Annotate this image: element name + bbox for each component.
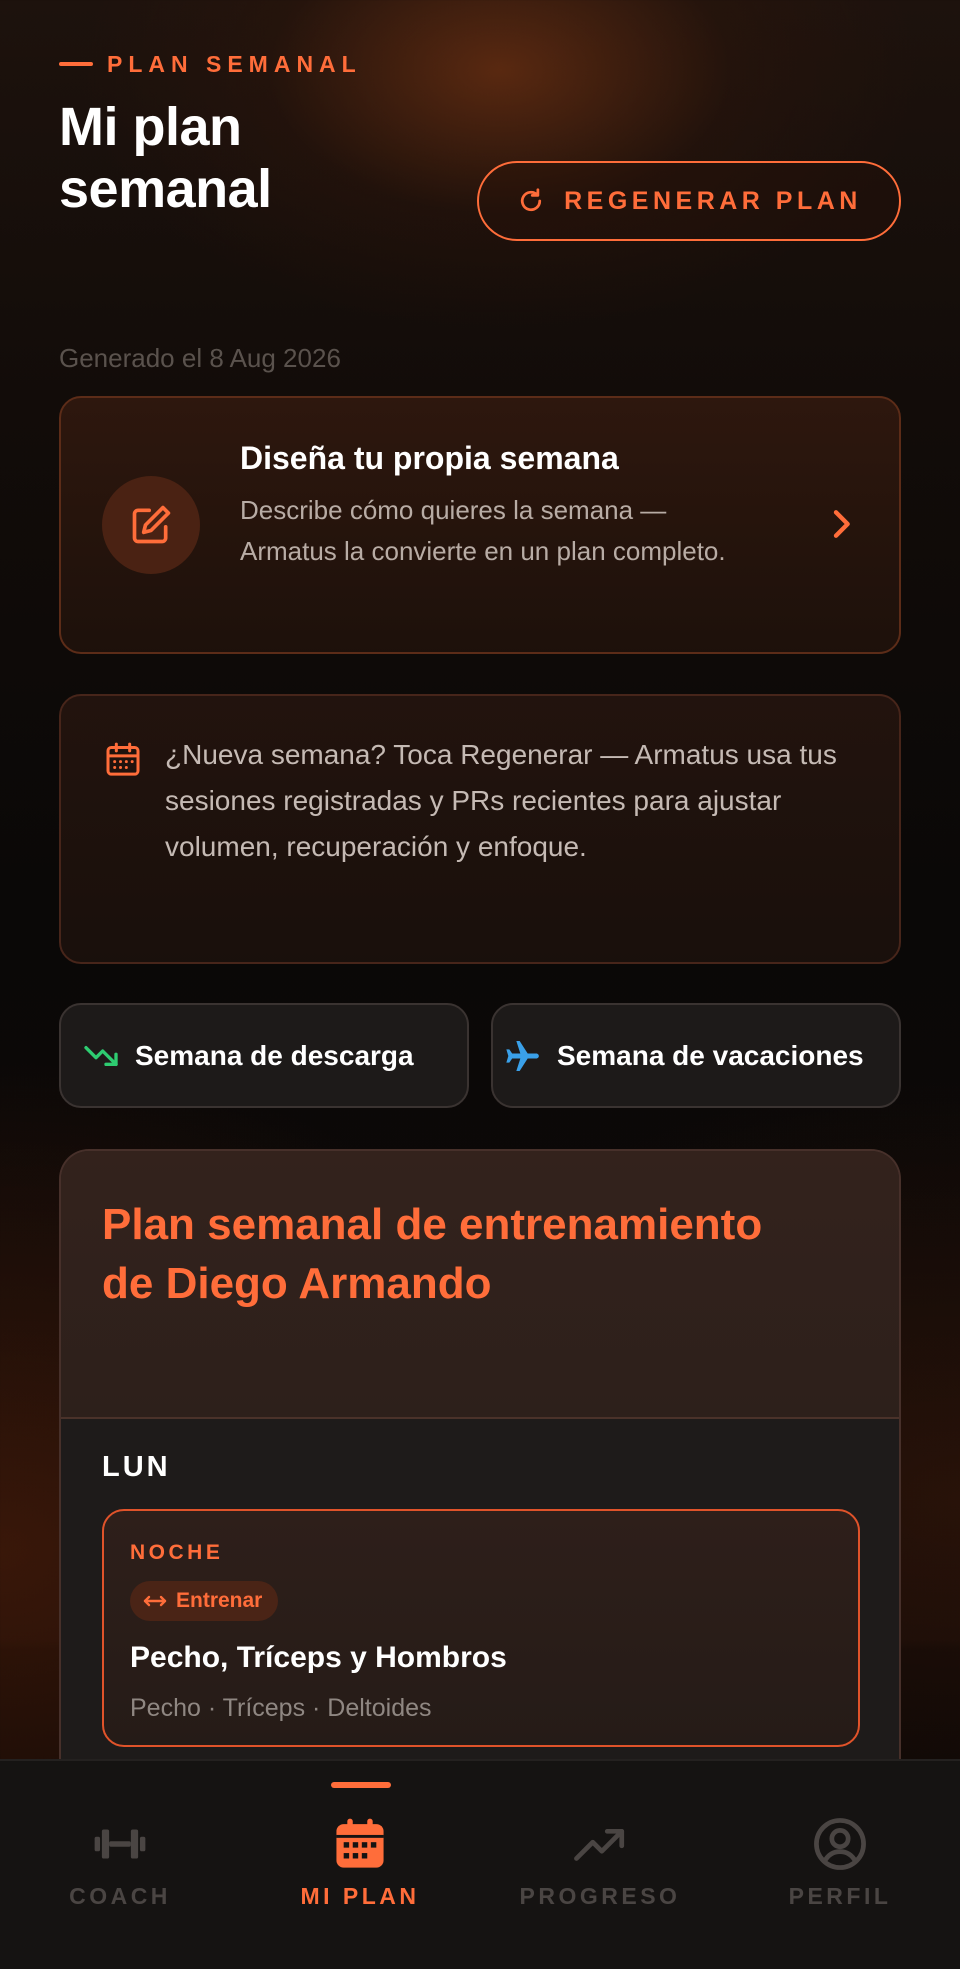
session-card[interactable]: NOCHE Entrenar Pecho, Tríceps y Hombros … [102, 1509, 860, 1747]
day-label: LUN [102, 1451, 171, 1483]
page-title: Mi plan semanal [59, 97, 272, 219]
session-type-badge: Entrenar [130, 1581, 279, 1621]
regenerate-plan-label: REGENERAR PLAN [564, 186, 862, 215]
dumbbell-icon [94, 1829, 146, 1859]
design-card-description: Describe cómo quieres la semana — Armatu… [240, 495, 726, 566]
session-title: Pecho, Tríceps y Hombros [130, 1641, 507, 1674]
session-type-label: Entrenar [176, 1589, 263, 1612]
nav-label-progreso: PROGRESO [519, 1883, 681, 1909]
session-muscles: Pecho · Tríceps · Deltoides [130, 1694, 432, 1722]
calendar-icon [336, 1818, 384, 1868]
eyebrow-label: PLAN SEMANAL [107, 50, 362, 77]
section-eyebrow: PLAN SEMANAL [59, 50, 362, 78]
generated-date: Generado el 8 Aug 2026 [59, 343, 341, 373]
nav-item-progreso[interactable]: PROGRESO [480, 1761, 720, 1969]
active-tab-indicator [331, 1782, 391, 1788]
session-time-of-day: NOCHE [130, 1541, 224, 1564]
plan-header: Plan semanal de entrenamiento de Diego A… [61, 1151, 899, 1419]
calendar-icon [106, 742, 140, 776]
regenerate-plan-button[interactable]: REGENERAR PLAN [477, 161, 901, 241]
trending-down-icon [84, 1045, 118, 1066]
refresh-icon [521, 188, 542, 212]
nav-label-perfil: PERFIL [788, 1883, 892, 1909]
vacation-week-label: Semana de vacaciones [557, 1039, 864, 1071]
chevron-right-icon [833, 510, 850, 538]
trending-up-icon [574, 1828, 625, 1861]
design-card-title: Diseña tu propia semana [240, 440, 619, 476]
airplane-icon [506, 1040, 539, 1071]
edit-icon [132, 505, 171, 544]
vacation-week-button[interactable]: Semana de vacaciones [491, 1003, 901, 1108]
nav-item-perfil[interactable]: PERFIL [720, 1761, 960, 1969]
eyebrow-dash [59, 62, 93, 66]
design-own-week-card[interactable]: Diseña tu propia semana Describe cómo qu… [59, 396, 901, 654]
design-icon-circle [102, 476, 200, 574]
nav-item-mi-plan[interactable]: MI PLAN [240, 1761, 480, 1969]
regenerate-info-card: ¿Nueva semana? Toca Regenerar — Armatus … [59, 694, 901, 964]
nav-label-mi-plan: MI PLAN [300, 1883, 420, 1909]
arrows-horizontal-icon [143, 1595, 167, 1607]
nav-label-coach: COACH [69, 1883, 171, 1909]
regenerate-info-text: ¿Nueva semana? Toca Regenerar — Armatus … [165, 739, 837, 862]
plan-title: Plan semanal de entrenamiento de Diego A… [102, 1200, 763, 1308]
bottom-navigation: COACH MI PLAN PROGRESO PERFIL [0, 1759, 960, 1969]
deload-week-label: Semana de descarga [135, 1039, 414, 1071]
deload-week-button[interactable]: Semana de descarga [59, 1003, 469, 1108]
user-icon [814, 1818, 866, 1870]
nav-item-coach[interactable]: COACH [0, 1761, 240, 1969]
